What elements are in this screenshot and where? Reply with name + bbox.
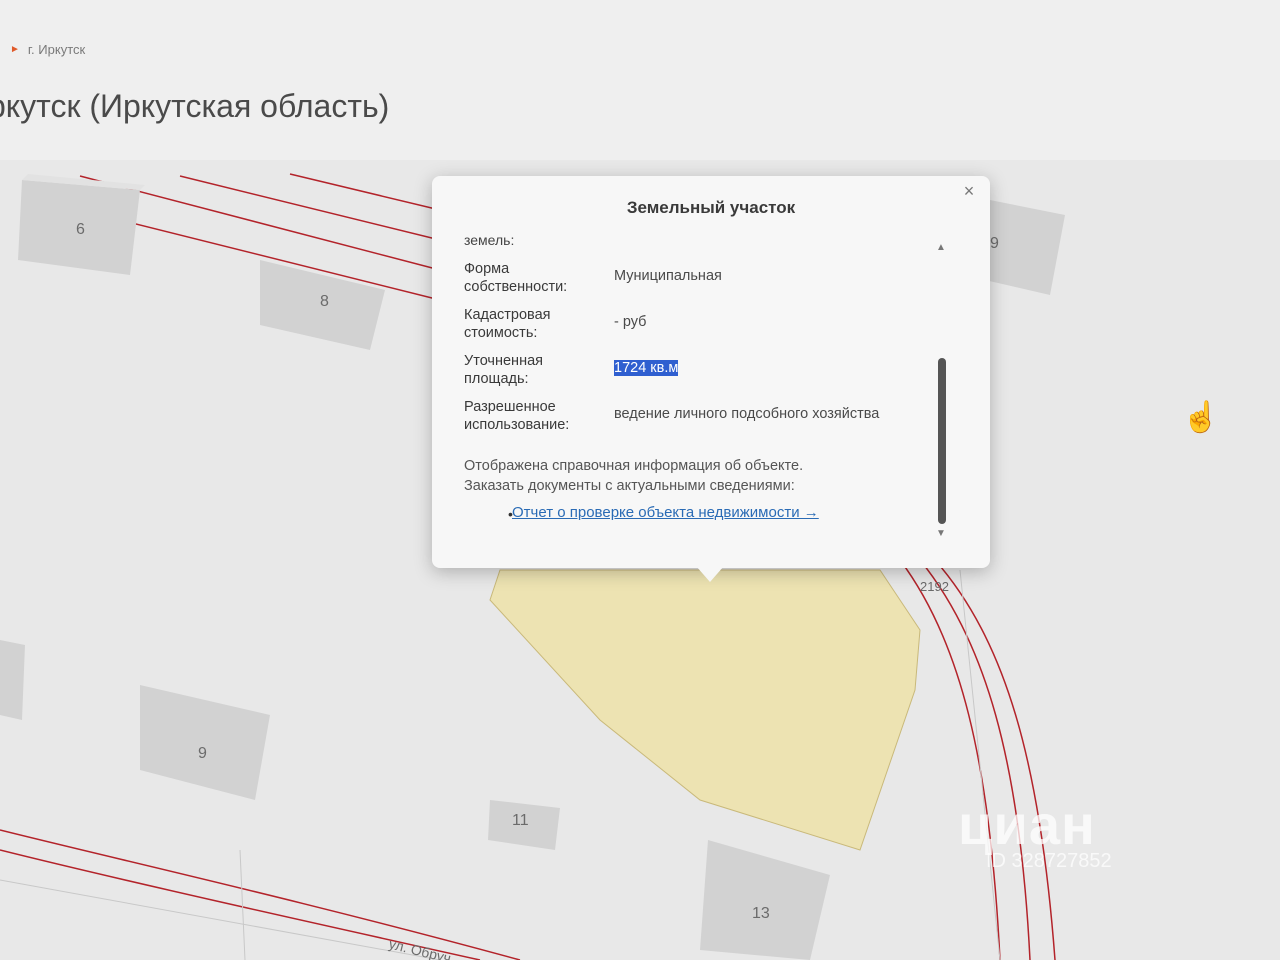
info-text-line-2: Заказать документы с актуальными сведени… <box>464 478 795 494</box>
popup-title: Земельный участок <box>626 198 796 217</box>
house-left-edge[interactable] <box>0 640 25 720</box>
row-label: Уточненная площадь: <box>464 353 543 387</box>
watermark-brand: циан <box>958 793 1096 856</box>
popup-tail <box>696 566 724 582</box>
report-link[interactable]: Отчет о проверке объекта недвижимости → <box>512 504 819 521</box>
row-label: Форма собственности: <box>464 261 568 295</box>
row-value[interactable]: 1724 кв.м <box>614 360 679 376</box>
watermark: циан ID 328727852 <box>958 792 1112 872</box>
popup-scrollbar[interactable]: ▲ ▼ <box>934 242 948 544</box>
house-9-label: 9 <box>198 745 207 762</box>
scroll-down-icon[interactable]: ▼ <box>936 528 946 539</box>
row-value: - руб <box>614 314 647 330</box>
close-icon[interactable]: × <box>958 180 980 202</box>
house-6-label: 6 <box>76 221 85 238</box>
breadcrumb: ► г. Иркутск <box>10 42 85 57</box>
scroll-up-icon[interactable]: ▲ <box>936 242 946 253</box>
popup-scroll-area[interactable]: земель: Форма собственности: Муниципальн… <box>462 234 952 544</box>
watermark-id: ID 328727852 <box>986 850 1112 872</box>
house-9-top-label: 9 <box>990 235 999 252</box>
selected-area-value[interactable]: 1724 кв.м <box>614 360 679 376</box>
page-title: ркутск (Иркутская область) <box>0 88 390 124</box>
house-9[interactable] <box>140 685 270 800</box>
breadcrumb-item[interactable]: г. Иркутск <box>28 42 85 57</box>
row-value: Муниципальная <box>614 268 722 284</box>
cut-off-text: земель: <box>464 234 515 248</box>
house-11-label: 11 <box>512 812 529 829</box>
page-header: ► г. Иркутск ркутск (Иркутская область) <box>0 0 1280 160</box>
parcel-number-label: 2192 <box>920 579 949 594</box>
row-label: Кадастровая стоимость: <box>464 307 551 341</box>
info-text: Отображена справочная информация об объе… <box>464 456 803 496</box>
info-text-line-1: Отображена справочная информация об объе… <box>464 458 804 474</box>
hand-cursor-icon: ☝ <box>1182 401 1220 434</box>
breadcrumb-arrow-icon: ► <box>10 44 20 55</box>
house-13-label: 13 <box>752 905 770 922</box>
row-value: ведение личного подсобного хозяйства <box>614 406 880 422</box>
house-13[interactable] <box>700 840 830 960</box>
scroll-thumb[interactable] <box>938 358 946 524</box>
house-8-label: 8 <box>320 293 329 310</box>
parcel-info-popup: Земельный участок × земель: Форма собств… <box>432 176 990 568</box>
row-label: Разрешенное использование: <box>464 399 570 433</box>
